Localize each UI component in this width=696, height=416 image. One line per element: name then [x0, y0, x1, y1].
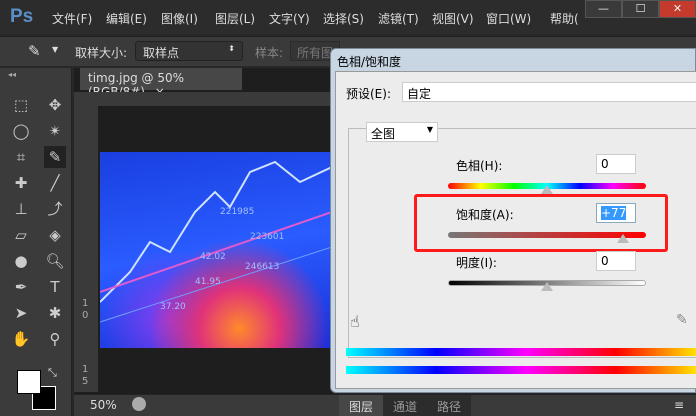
stock-chart-graphic — [100, 160, 332, 323]
foreground-color-swatch[interactable] — [17, 370, 41, 394]
hue-label: 色相(H): — [456, 159, 503, 173]
window-controls: — ☐ ✕ — [585, 0, 696, 18]
horizontal-ruler — [98, 92, 338, 106]
eraser-tool-icon[interactable]: ▱ — [10, 224, 32, 246]
panel-tabs: 图层 通道 路径 — [339, 395, 472, 416]
sample-size-label: 取样大小: — [75, 46, 128, 60]
canvas-image[interactable]: 221985 223601 42.02 246613 37.20 41.95 — [100, 152, 332, 348]
preset-label: 预设(E): — [346, 87, 391, 101]
type-tool-icon[interactable]: T — [44, 276, 66, 298]
color-bar-bottom — [346, 366, 696, 374]
image-text: 37.20 — [160, 302, 186, 312]
eyedropper-icon[interactable]: ✎ — [676, 312, 688, 328]
history-brush-icon[interactable]: ⤴ — [44, 198, 66, 220]
dialog-title: 色相/饱和度 — [337, 55, 402, 69]
lightness-input[interactable]: 0 — [596, 251, 636, 271]
hue-saturation-dialog: 色相/饱和度 预设(E): 自定 全图 ▼ 色相(H): 0 饱和度(A): +7… — [330, 48, 696, 393]
lightness-value: 0 — [601, 254, 609, 268]
paint-bucket-icon[interactable]: ◈ — [44, 224, 66, 246]
preset-select[interactable]: 自定 — [402, 82, 696, 102]
dialog-body: 预设(E): 自定 全图 ▼ 色相(H): 0 饱和度(A): +77 明度(I)… — [335, 71, 696, 389]
minimize-button[interactable]: — — [585, 0, 622, 18]
lightness-label: 明度(I): — [456, 256, 497, 270]
sample-size-select[interactable]: 取样点 ⬍ — [135, 41, 243, 61]
menu-image[interactable]: 图像(I) — [161, 10, 198, 27]
status-bar: 50% 图层 通道 路径 ≡ — [74, 394, 696, 416]
eyedropper-icon[interactable]: ✎ — [28, 42, 41, 60]
eyedropper-tool-icon[interactable]: ✎ — [44, 146, 66, 168]
menu-view[interactable]: 视图(V) — [432, 10, 474, 27]
hand-tool-icon[interactable]: ✋ — [10, 328, 32, 350]
hand-adjust-icon[interactable]: ☝ — [350, 312, 360, 331]
marquee-tool-icon[interactable]: ⬚ — [10, 94, 32, 116]
blur-tool-icon[interactable]: ● — [10, 250, 32, 272]
document-tab[interactable]: timg.jpg @ 50%(RGB/8#) × — [80, 68, 242, 99]
hue-slider-thumb[interactable] — [541, 185, 553, 194]
image-text: 41.95 — [195, 277, 221, 287]
doc-info-icon[interactable] — [132, 397, 146, 411]
hue-value: 0 — [601, 157, 609, 171]
healing-brush-icon[interactable]: ✚ — [10, 172, 32, 194]
path-select-icon[interactable]: ➤ — [10, 302, 32, 324]
move-tool-icon[interactable]: ✥ — [44, 94, 66, 116]
preset-value: 自定 — [407, 87, 432, 101]
zoom-tool-icon[interactable]: ⚲ — [44, 328, 66, 350]
zoom-level[interactable]: 50% — [90, 398, 117, 412]
tab-channels[interactable]: 通道 — [383, 395, 427, 416]
image-text: 42.02 — [200, 252, 226, 262]
sample-label: 样本: — [255, 46, 284, 60]
saturation-input[interactable]: +77 — [596, 203, 636, 223]
menu-filter[interactable]: 滤镜(T) — [378, 10, 419, 27]
tab-paths[interactable]: 路径 — [427, 395, 471, 416]
lasso-tool-icon[interactable]: ◯ — [10, 120, 32, 142]
menu-layer[interactable]: 图层(L) — [215, 10, 255, 27]
menu-bar: Ps 文件(F) 编辑(E) 图像(I) 图层(L) 文字(Y) 选择(S) 滤… — [0, 0, 696, 34]
ruler-label: 1 — [82, 298, 89, 309]
ruler-label: 5 — [82, 376, 89, 387]
chevron-down-icon[interactable]: ▼ — [52, 45, 58, 54]
swap-colors-icon[interactable]: ⤡ — [48, 366, 57, 380]
ruler-label: 1 — [82, 364, 89, 375]
stamp-tool-icon[interactable]: ⊥ — [10, 198, 32, 220]
menu-window[interactable]: 窗口(W) — [486, 10, 531, 27]
collapse-icon[interactable]: ◂◂ — [8, 70, 16, 79]
ps-logo: Ps — [10, 6, 34, 27]
image-text: 246613 — [245, 262, 280, 272]
image-text: 221985 — [220, 207, 255, 217]
shape-tool-icon[interactable]: ✱ — [44, 302, 66, 324]
lightness-slider-thumb[interactable] — [541, 282, 553, 291]
panel-menu-icon[interactable]: ≡ — [674, 398, 684, 412]
sample-value: 所有图 — [297, 46, 334, 60]
menu-file[interactable]: 文件(F) — [52, 10, 92, 27]
maximize-button[interactable]: ☐ — [622, 0, 659, 18]
pen-tool-icon[interactable]: ✒ — [10, 276, 32, 298]
tab-layers[interactable]: 图层 — [339, 395, 384, 416]
menu-help[interactable]: 帮助( — [550, 10, 579, 27]
ruler-label: 0 — [82, 310, 89, 321]
menu-select[interactable]: 选择(S) — [323, 10, 364, 27]
dodge-tool-icon[interactable]: 🔍︎ — [44, 250, 66, 272]
sample-size-value: 取样点 — [143, 46, 180, 60]
saturation-label: 饱和度(A): — [456, 208, 514, 222]
channel-select[interactable]: 全图 ▼ — [366, 122, 438, 142]
saturation-slider-thumb[interactable] — [617, 234, 630, 243]
color-bar-top — [346, 348, 696, 356]
menu-type[interactable]: 文字(Y) — [269, 10, 310, 27]
close-button[interactable]: ✕ — [659, 0, 696, 18]
menu-edit[interactable]: 编辑(E) — [106, 10, 147, 27]
image-text: 223601 — [250, 232, 285, 242]
chevron-down-icon: ▼ — [426, 125, 433, 134]
brush-tool-icon[interactable]: ╱ — [44, 172, 66, 194]
saturation-value: +77 — [601, 206, 627, 220]
crop-tool-icon[interactable]: ⌗ — [10, 146, 32, 168]
magic-wand-icon[interactable]: ✴ — [44, 120, 66, 142]
hue-input[interactable]: 0 — [596, 154, 636, 174]
toolbox: ◂◂ ⬚ ✥ ◯ ✴ ⌗ ✎ ✚ ╱ ⊥ ⤴ ▱ ◈ ● 🔍︎ ✒ T ➤ ✱ ✋ ⚲ ⤡ — [0, 68, 72, 416]
vertical-ruler: 1 0 1 5 — [74, 92, 98, 392]
channel-value: 全图 — [371, 127, 396, 141]
